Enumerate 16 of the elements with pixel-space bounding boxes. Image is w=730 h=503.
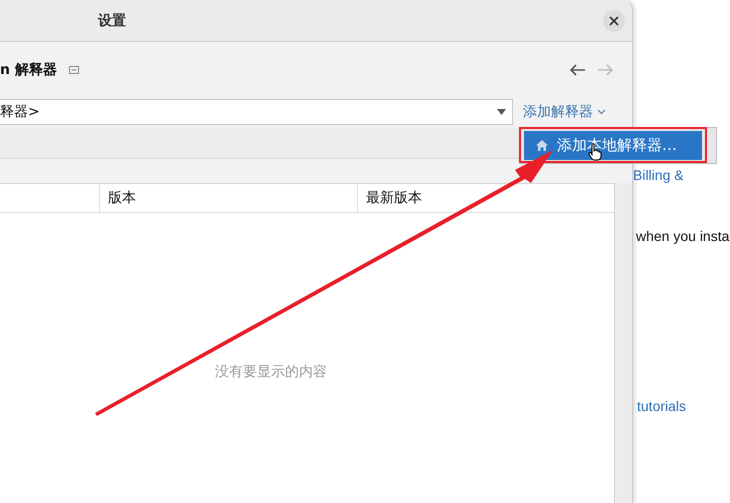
empty-message: 没有要显示的内容 (215, 363, 327, 382)
chevron-down-icon (597, 109, 606, 115)
dropdown-arrow-icon (497, 109, 506, 115)
page-link[interactable]: Billing & (633, 167, 684, 183)
close-icon (609, 16, 619, 26)
close-button[interactable] (603, 10, 625, 32)
interpreter-dropdown[interactable]: 释器> (0, 99, 513, 125)
back-arrow-icon[interactable] (570, 64, 586, 76)
page-icon (68, 66, 79, 74)
page-text: when you insta (636, 228, 730, 244)
section-heading: n 解释器 (0, 61, 57, 79)
window-title: 设置 (98, 12, 126, 30)
add-interpreter-link[interactable]: 添加解释器 (523, 103, 606, 121)
home-icon (536, 140, 548, 151)
page-link[interactable]: tutorials (637, 398, 686, 414)
column-header[interactable]: 版本 (99, 184, 357, 212)
